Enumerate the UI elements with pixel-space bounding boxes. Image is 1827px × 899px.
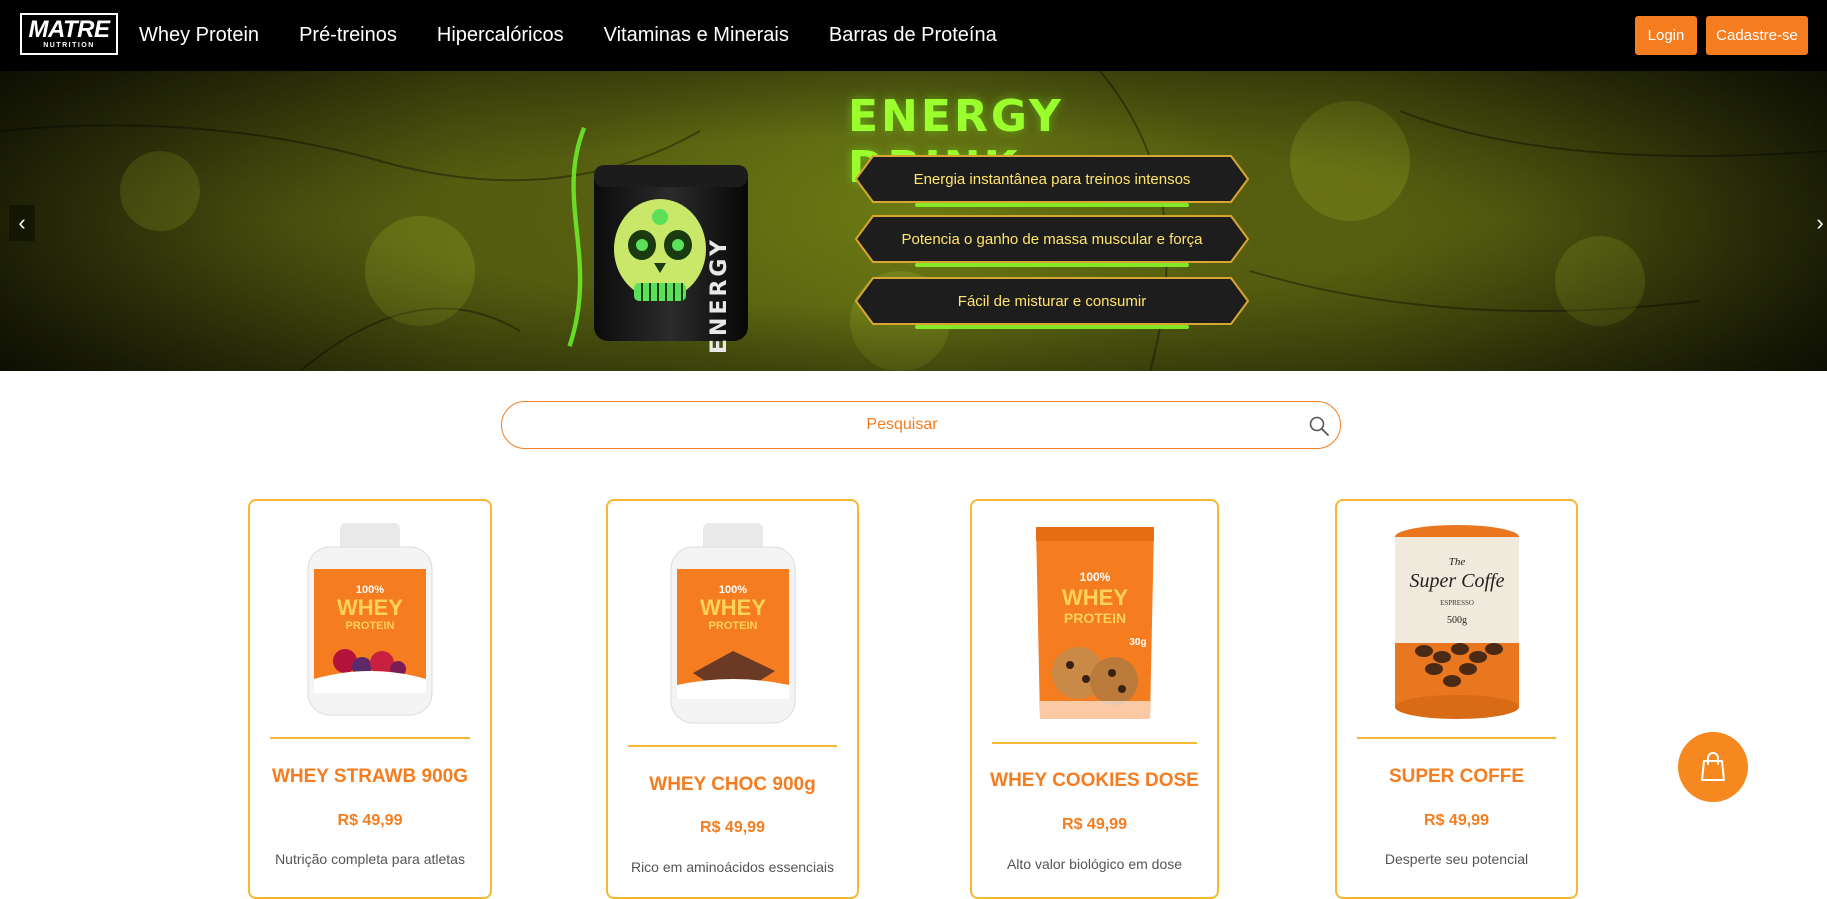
product-description: Alto valor biológico em dose (1006, 856, 1183, 872)
product-price: R$ 49,99 (700, 819, 765, 836)
product-description: Desperte seu potencial (1384, 851, 1529, 867)
product-image-whey-chocolate: 100% WHEY PROTEIN (670, 523, 795, 724)
jar-label-small: PROTEIN (708, 620, 757, 632)
card-divider (992, 742, 1197, 744)
feature-text-1: Energia instantânea para treinos intenso… (913, 170, 1191, 188)
product-price: R$ 49,99 (1062, 816, 1127, 833)
can-label-brand: Super Coffe (1409, 570, 1504, 592)
product-description: Nutrição completa para atletas (275, 851, 465, 867)
main-menu: Whey Protein Pré-treinos Hipercalóricos … (139, 0, 997, 71)
product-image-super-coffe: The Super Coffe ESPRESSO 500g (1394, 525, 1519, 719)
menu-item-whey-protein[interactable]: Whey Protein (139, 24, 259, 47)
jar-label-small: PROTEIN (346, 620, 395, 632)
jar-label-big: WHEY (700, 595, 766, 620)
search-input[interactable] (532, 410, 1272, 440)
pouch-label-big: WHEY (1062, 585, 1128, 610)
menu-item-vitaminas[interactable]: Vitaminas e Minerais (604, 24, 789, 47)
card-divider (1357, 737, 1556, 739)
jar-label: ENERGY (707, 237, 732, 354)
login-button[interactable]: Login (1635, 16, 1697, 55)
top-navbar: MATRE NUTRITION Whey Protein Pré-treinos… (0, 0, 1827, 71)
card-divider (628, 745, 837, 747)
feature-text-3: Fácil de misturar e consumir (957, 292, 1147, 310)
feature-text-2: Potencia o ganho de massa muscular e for… (901, 230, 1203, 248)
carousel-prev-button[interactable]: ‹ (9, 205, 35, 241)
logo-sub: NUTRITION (43, 41, 95, 49)
product-price: R$ 49,99 (1424, 812, 1489, 829)
product-name[interactable]: SUPER COFFE (1337, 766, 1576, 788)
hero-carousel: ‹ › ENERGY ENERGY DRINK (0, 71, 1827, 371)
pouch-label-small: PROTEIN (1063, 610, 1125, 626)
cart-button[interactable] (1678, 732, 1748, 802)
shopping-bag-icon (1701, 752, 1725, 781)
product-image-whey-strawberry: 100% WHEY PROTEIN (307, 523, 433, 716)
product-description: Rico em aminoácidos essenciais (630, 859, 835, 875)
card-divider (270, 737, 470, 739)
search-bar (501, 401, 1341, 449)
product-card[interactable]: 100% WHEY PROTEIN 30g WHEY COOKIES DOSE … (970, 499, 1219, 899)
product-name[interactable]: WHEY STRAWB 900G (250, 766, 490, 788)
logo-brand: MATRE (28, 15, 110, 43)
product-card[interactable]: The Super Coffe ESPRESSO 500g SUPER COFF… (1335, 499, 1578, 899)
search-icon[interactable] (1308, 415, 1330, 437)
menu-item-hipercaloricos[interactable]: Hipercalóricos (437, 24, 564, 47)
product-card[interactable]: 100% WHEY PROTEIN WHEY CHOC 900g R$ 49,9… (606, 499, 859, 899)
product-card[interactable]: 100% WHEY PROTEIN WHEY STRAWB 900G R$ 49… (248, 499, 492, 899)
product-name[interactable]: WHEY CHOC 900g (608, 774, 857, 796)
signup-button[interactable]: Cadastre-se (1706, 16, 1808, 55)
pouch-label-top: 100% (1079, 570, 1110, 584)
product-name[interactable]: WHEY COOKIES DOSE (972, 770, 1217, 792)
menu-item-barras[interactable]: Barras de Proteína (829, 24, 997, 47)
menu-item-pre-treinos[interactable]: Pré-treinos (299, 24, 397, 47)
can-label-weight: 500g (1447, 615, 1467, 626)
can-label-type: ESPRESSO (1440, 599, 1474, 607)
product-price: R$ 49,99 (337, 812, 403, 829)
pouch-weight: 30g (1129, 637, 1146, 648)
feature-badge-3: Fácil de misturar e consumir (855, 277, 1249, 329)
product-image-whey-cookies: 100% WHEY PROTEIN 30g (1035, 527, 1154, 719)
feature-badge-2: Potencia o ganho de massa muscular e for… (855, 215, 1249, 267)
logo[interactable]: MATRE NUTRITION (20, 13, 118, 55)
feature-badge-1: Energia instantânea para treinos intenso… (855, 155, 1249, 207)
can-label-the: The (1448, 556, 1465, 568)
jar-label-big: WHEY (337, 595, 403, 620)
carousel-next-button[interactable]: › (1807, 205, 1827, 241)
